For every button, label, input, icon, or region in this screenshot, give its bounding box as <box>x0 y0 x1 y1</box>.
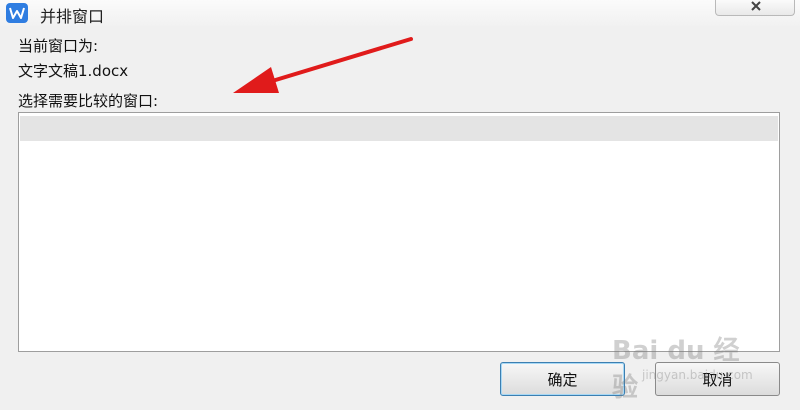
watermark-logo: Bai du 经验 <box>612 336 740 403</box>
ok-button[interactable]: 确定 <box>500 362 625 396</box>
close-button[interactable] <box>715 0 795 16</box>
current-window-label: 当前窗口为: <box>18 37 99 55</box>
watermark-url: jingyan.baidu.com <box>642 368 753 382</box>
window-title: 并排窗口 <box>40 7 105 26</box>
close-icon <box>751 1 761 11</box>
list-item[interactable] <box>20 116 778 141</box>
window-listbox[interactable] <box>18 112 780 352</box>
title-bar: 并排窗口 <box>0 0 800 26</box>
wps-writer-icon <box>6 3 28 23</box>
annotation-arrow <box>233 37 413 93</box>
baidu-watermark: Bai du 经验 jingyan.baidu.com <box>612 318 762 403</box>
select-window-label: 选择需要比较的窗口: <box>18 92 159 110</box>
current-document-name: 文字文稿1.docx <box>18 62 129 80</box>
